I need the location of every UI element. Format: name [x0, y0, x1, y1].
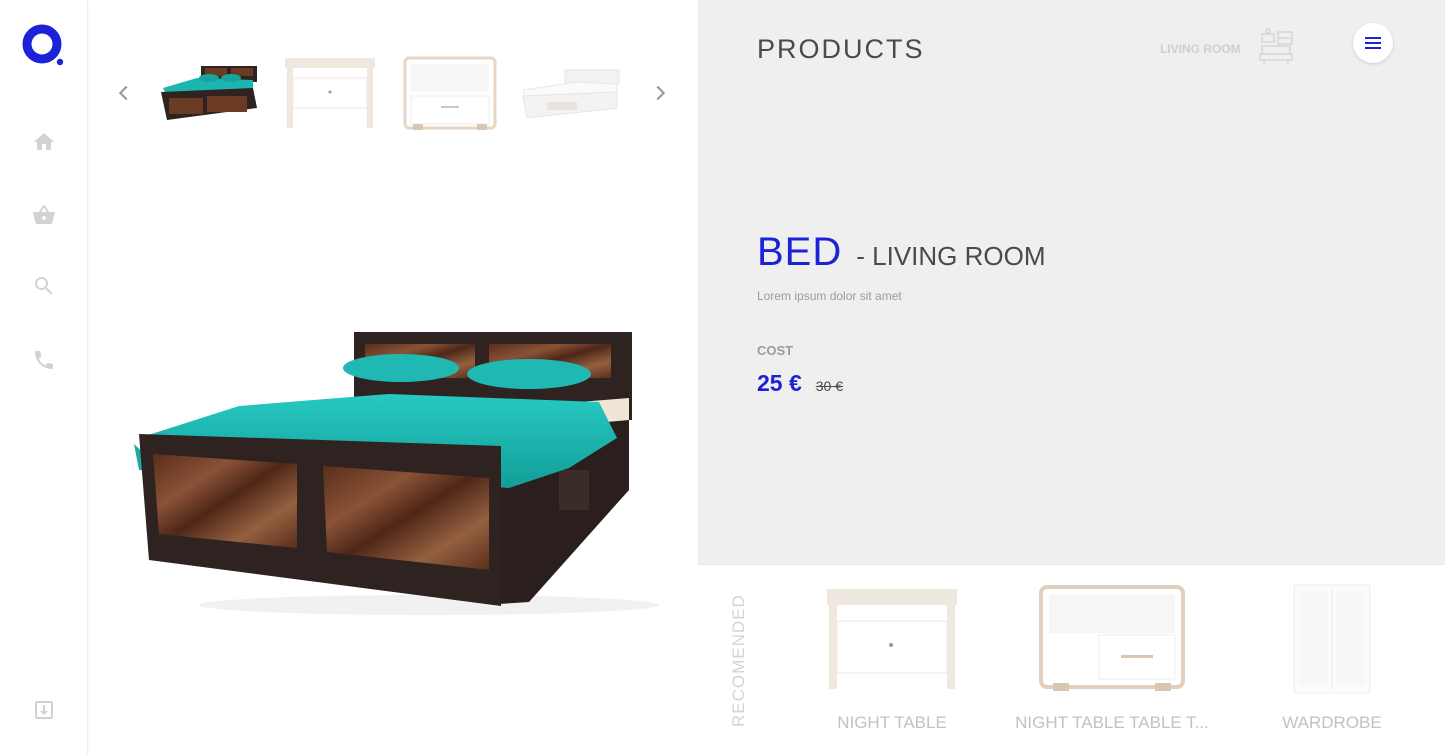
old-price: 30 € — [815, 378, 844, 394]
cost-label: COST — [757, 343, 794, 358]
product-gallery — [89, 0, 697, 754]
recommended-item[interactable]: NIGHT TABLE TABLE T... — [1012, 583, 1212, 743]
hamburger-menu-icon[interactable] — [1353, 23, 1393, 63]
recommended-item[interactable]: NIGHT TABLE — [792, 583, 992, 743]
wardrobe-image — [1292, 583, 1372, 700]
white-bed-thumbnail[interactable] — [517, 56, 621, 132]
product-details-panel: PRODUCTS LIVING ROOM BED - LIVING ROOM L… — [698, 0, 1445, 564]
recommended-item[interactable]: WARDROBE — [1232, 583, 1432, 743]
bed-main-image — [129, 320, 659, 620]
page-title: PRODUCTS — [757, 34, 925, 64]
download-icon[interactable] — [29, 695, 59, 725]
sidebar — [0, 0, 88, 754]
current-price: 25 € — [757, 370, 802, 396]
night-table-drawer-image — [1037, 583, 1187, 698]
bed-thumbnail[interactable] — [157, 56, 261, 132]
app-root: PRODUCTS LIVING ROOM BED - LIVING ROOM L… — [0, 0, 1445, 754]
night-table-drawer-thumbnail[interactable] — [397, 56, 501, 132]
night-table-image — [825, 583, 959, 698]
recommended-item-name: NIGHT TABLE TABLE T... — [1015, 713, 1209, 732]
search-icon[interactable] — [29, 271, 59, 301]
night-table-thumbnail[interactable] — [277, 56, 381, 132]
product-description: Lorem ipsum dolor sit amet — [757, 289, 902, 303]
basket-icon[interactable] — [29, 200, 59, 230]
product-category: - LIVING ROOM — [856, 241, 1046, 271]
product-heading: BED - LIVING ROOM — [757, 230, 1046, 275]
living-room-icon — [1258, 28, 1296, 66]
chevron-left-icon[interactable] — [109, 78, 139, 108]
price-row: 25 € 30 € — [757, 370, 843, 397]
recommended-item-name: WARDROBE — [1282, 713, 1382, 732]
brand-logo-icon[interactable] — [22, 24, 66, 68]
home-icon[interactable] — [29, 127, 59, 157]
phone-icon[interactable] — [29, 345, 59, 375]
recommended-section: RECOMENDED NIGHT TABLE NIGHT TABLE TABLE… — [698, 564, 1445, 754]
recommended-item-name: NIGHT TABLE — [837, 713, 947, 732]
chevron-right-icon[interactable] — [645, 78, 675, 108]
breadcrumb[interactable]: LIVING ROOM — [1160, 42, 1241, 56]
product-name: BED — [757, 230, 843, 274]
recommended-label: RECOMENDED — [729, 594, 748, 727]
